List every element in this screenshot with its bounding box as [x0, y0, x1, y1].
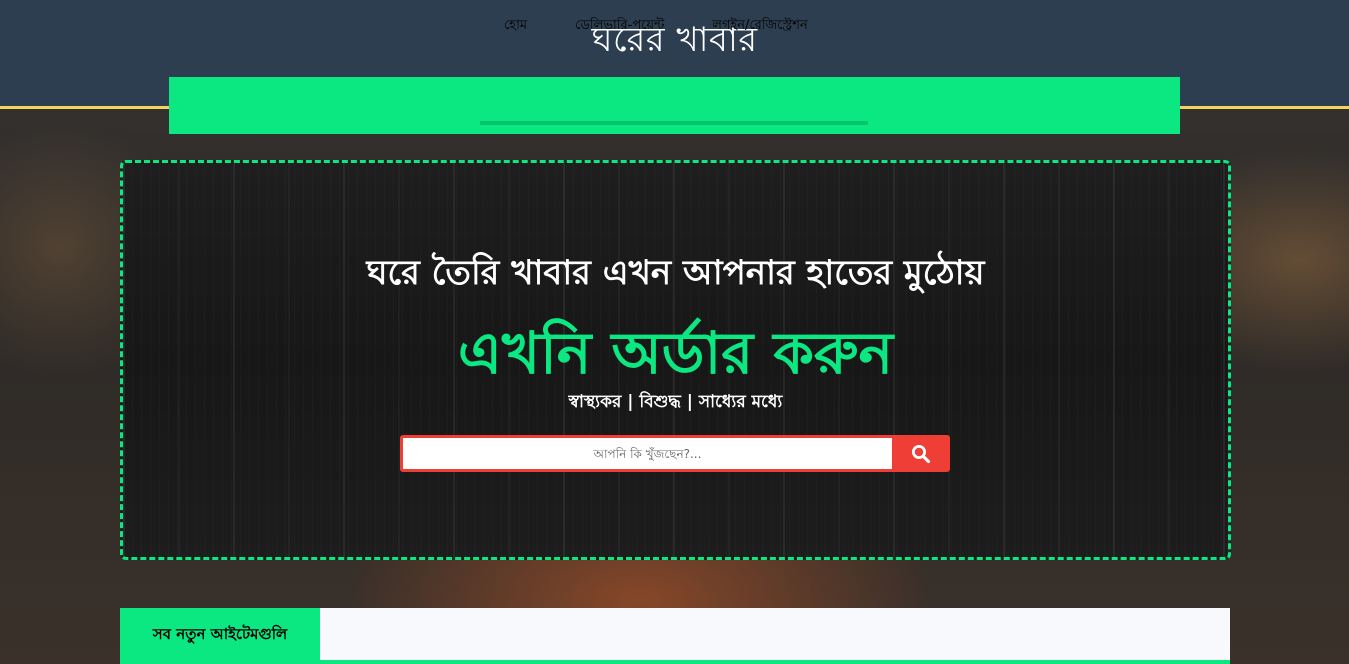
search-button[interactable] — [892, 435, 950, 472]
hero-headline: ঘরে তৈরি খাবার এখন আপনার হাতের মুঠোয় — [366, 253, 985, 293]
nav-bar — [169, 77, 1180, 134]
search-icon — [912, 444, 931, 463]
search-form — [400, 435, 950, 472]
page: ঘরের খাবার হোম ডেলিভারি-পয়েন্ট লগইন/রেজ… — [0, 0, 1349, 664]
nav-item-login-registration[interactable]: লগইন/রেজিস্ট্রেশন — [688, 14, 831, 38]
hero-tagline: স্বাস্থ্যকর | বিশুদ্ধ | সাধ্যের মধ্যে — [568, 392, 783, 412]
search-input[interactable] — [403, 438, 892, 469]
new-items-section-bar: সব নতুন আইটেমগুলি — [120, 608, 1230, 664]
nav-menu: হোম ডেলিভারি-পয়েন্ট লগইন/রেজিস্ট্রেশন — [480, 14, 832, 38]
nav-item-home[interactable]: হোম — [480, 14, 551, 38]
new-items-section-title: সব নতুন আইটেমগুলি — [120, 608, 320, 660]
hero-banner: ঘরে তৈরি খাবার এখন আপনার হাতের মুঠোয় এখ… — [120, 160, 1231, 560]
nav-item-delivery-point[interactable]: ডেলিভারি-পয়েন্ট — [551, 14, 688, 38]
nav-underline — [480, 121, 868, 125]
